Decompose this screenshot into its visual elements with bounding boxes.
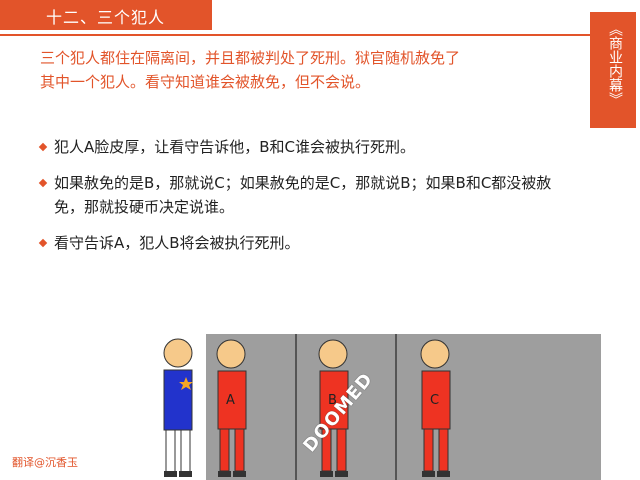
figures-svg: A B C (163, 338, 451, 477)
diamond-bullet-icon (38, 238, 48, 248)
intro-line-1: 三个犯人都住在隔离间，并且都被判处了死刑。狱官随机赦免了 (40, 49, 461, 67)
bullet-text: 犯人A脸皮厚，让看守告诉他，B和C谁会被执行死刑。 (54, 138, 416, 156)
prisoner-a-label: A (226, 393, 235, 408)
title-bar: 十二、三个犯人 (0, 0, 212, 30)
prisoner-c-figure (420, 339, 451, 477)
bullet-list: 犯人A脸皮厚，让看守告诉他，B和C谁会被执行死刑。 如果赦免的是B，那就说C；如… (38, 135, 580, 267)
bullet-text: 如果赦免的是B，那就说C；如果赦免的是C，那就说B；如果B和C都没被赦免，那就投… (54, 174, 552, 216)
translator-credit: 翻译@沉香玉 (12, 456, 78, 469)
intro-line-2: 其中一个犯人。看守知道谁会被赦免，但不会说。 (40, 73, 371, 91)
slide-title: 十二、三个犯人 (46, 8, 166, 27)
side-tab-label: 《商业内幕》 (607, 22, 623, 106)
bullet-text: 看守告诉A，犯人B将会被执行死刑。 (54, 234, 300, 252)
diamond-bullet-icon (38, 178, 48, 188)
title-rule (0, 34, 600, 36)
prisoner-a-figure (216, 339, 247, 477)
bullet-item: 看守告诉A，犯人B将会被执行死刑。 (38, 231, 580, 255)
intro-text: 三个犯人都住在隔离间，并且都被判处了死刑。狱官随机赦免了 其中一个犯人。看守知道… (40, 46, 560, 94)
guard-figure (163, 338, 193, 477)
side-tab: 《商业内幕》 (590, 12, 636, 128)
diamond-bullet-icon (38, 142, 48, 152)
prison-illustration: A B C DOOMED (150, 320, 601, 480)
bullet-item: 犯人A脸皮厚，让看守告诉他，B和C谁会被执行死刑。 (38, 135, 580, 159)
prisoner-c-label: C (430, 393, 439, 408)
bullet-item: 如果赦免的是B，那就说C；如果赦免的是C，那就说B；如果B和C都没被赦免，那就投… (38, 171, 580, 219)
